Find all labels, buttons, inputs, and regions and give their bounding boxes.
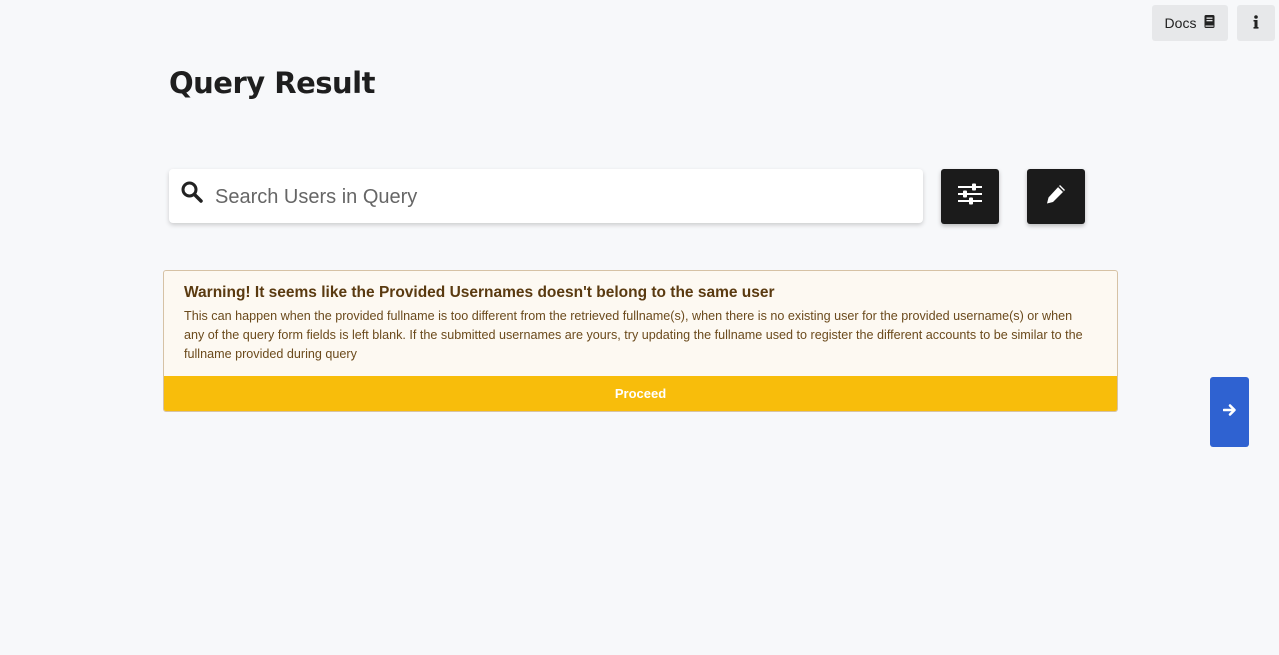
info-icon	[1253, 14, 1259, 32]
page-title: Query Result	[169, 66, 375, 100]
sliders-icon	[957, 183, 983, 210]
filter-button[interactable]	[941, 169, 999, 224]
search-icon	[181, 181, 203, 203]
arrow-right-icon	[1222, 403, 1237, 422]
book-icon	[1204, 15, 1215, 31]
search-box	[169, 169, 923, 225]
pencil-icon	[1045, 183, 1067, 210]
warning-message: This can happen when the provided fullna…	[184, 309, 1083, 361]
search-input[interactable]	[213, 169, 907, 225]
warning-alert: Warning! It seems like the Provided User…	[163, 270, 1118, 412]
proceed-button[interactable]: Proceed	[164, 376, 1117, 411]
next-button[interactable]	[1210, 377, 1249, 447]
docs-button[interactable]: Docs	[1152, 5, 1228, 41]
docs-label: Docs	[1164, 15, 1197, 31]
warning-title: Warning! It seems like the Provided User…	[184, 284, 775, 301]
info-button[interactable]	[1237, 5, 1275, 41]
top-bar: Docs	[1152, 5, 1275, 41]
edit-button[interactable]	[1027, 169, 1085, 224]
